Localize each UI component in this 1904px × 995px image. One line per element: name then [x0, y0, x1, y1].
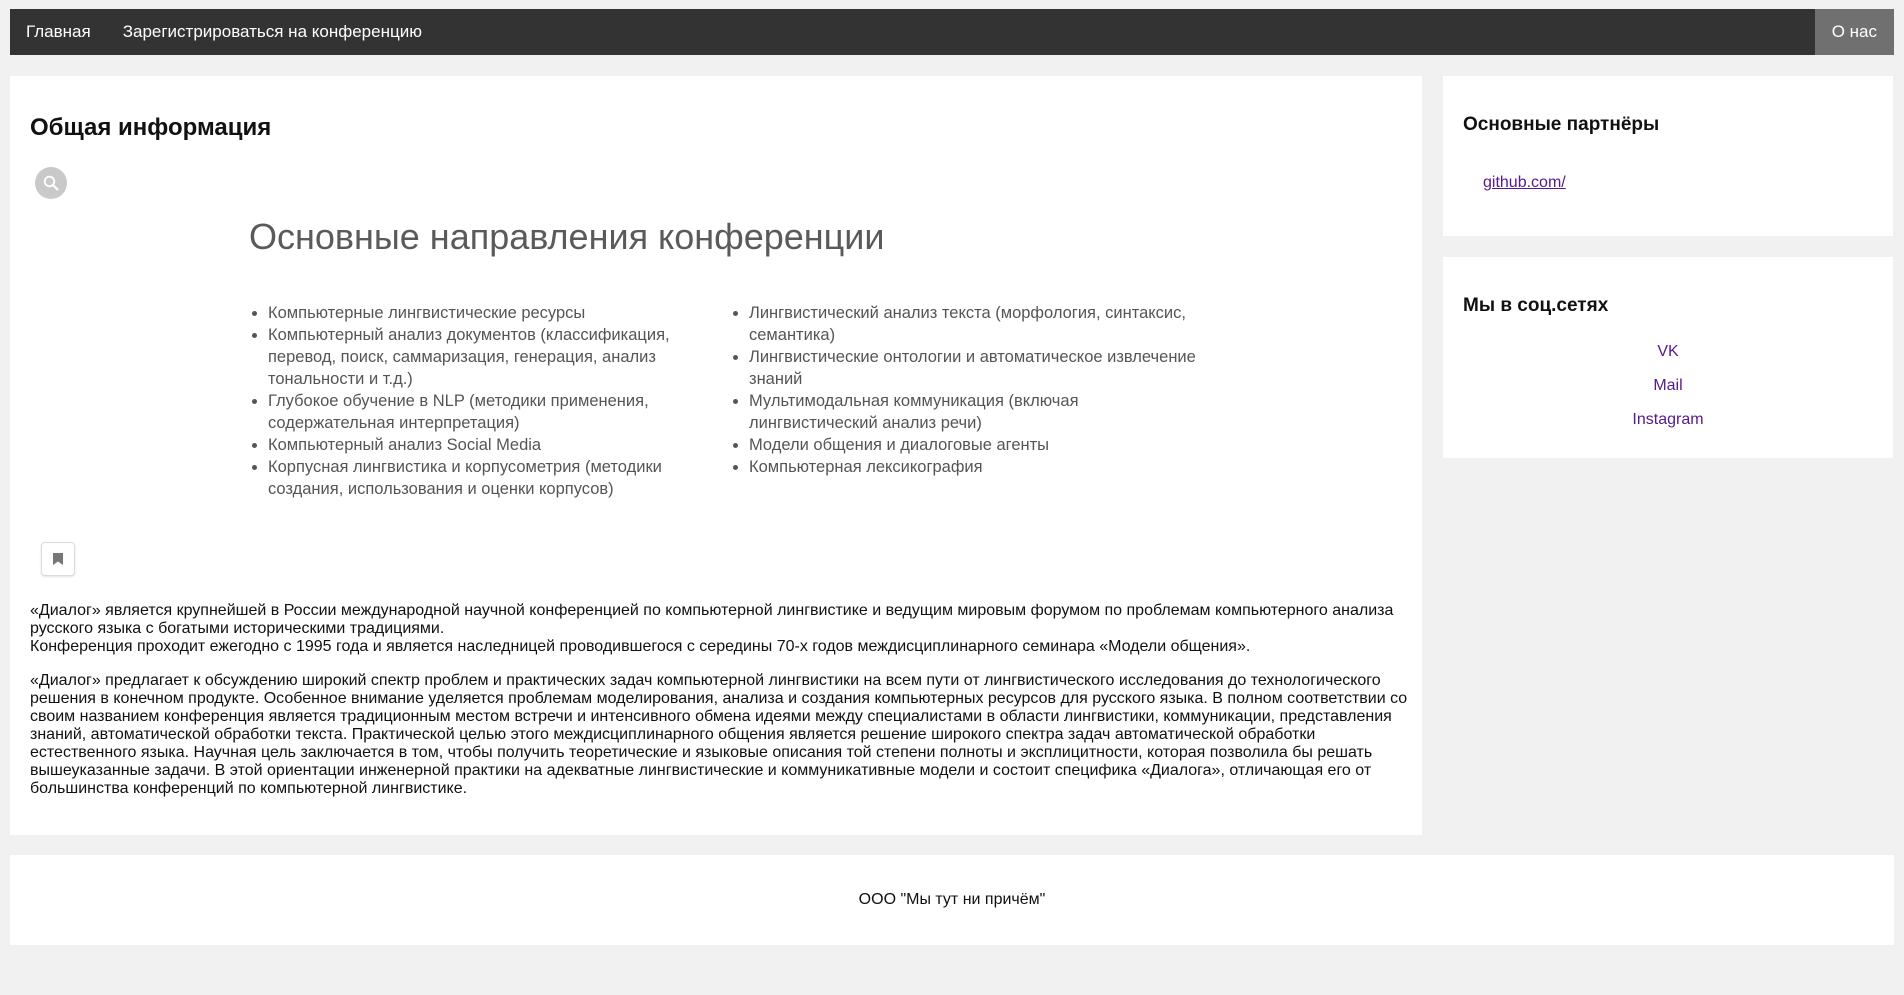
- list-item: Лингвистический анализ текста (морфологи…: [749, 302, 1209, 346]
- list-item: Корпусная лингвистика и корпусометрия (м…: [268, 456, 698, 500]
- social-title: Мы в соц.сетях: [1463, 295, 1609, 316]
- list-item: Компьютерные лингвистические ресурсы: [268, 302, 698, 324]
- social-link-vk[interactable]: VK: [1443, 335, 1893, 369]
- page-title: Общая информация: [30, 114, 272, 141]
- list-item: Компьютерный анализ Social Media: [268, 434, 698, 456]
- social-card: Мы в соц.сетях VK Mail Instagram: [1443, 257, 1893, 458]
- nav-home-link[interactable]: Главная: [10, 9, 107, 55]
- list-item: Лингвистические онтологии и автоматическ…: [749, 346, 1209, 390]
- description-paragraph: «Диалог» предлагает к обсуждению широкий…: [30, 672, 1408, 797]
- list-item: Компьютерная лексикография: [749, 456, 1209, 478]
- nav-register-link[interactable]: Зарегистрироваться на конференцию: [107, 9, 438, 55]
- main-content-card: Общая информация Основные направления ко…: [10, 76, 1422, 835]
- list-item: Мультимодальная коммуникация (включая ли…: [749, 390, 1209, 434]
- conference-directions-image: Основные направления конференции Компьют…: [249, 216, 1199, 516]
- footer-text: ООО "Мы тут ни причём": [858, 891, 1046, 908]
- image-search-button[interactable]: [35, 167, 67, 199]
- intro-paragraph-line2: Конференция проходит ежегодно с 1995 год…: [30, 638, 1251, 655]
- directions-list-left: Компьютерные лингвистические ресурсы Ком…: [249, 302, 698, 500]
- bookmark-icon: [53, 553, 63, 565]
- partners-title: Основные партнёры: [1463, 114, 1660, 135]
- social-link-instagram[interactable]: Instagram: [1443, 403, 1893, 437]
- social-links-list: VK Mail Instagram: [1443, 335, 1893, 437]
- nav-about-link[interactable]: О нас: [1814, 9, 1894, 55]
- bookmark-button[interactable]: [41, 542, 75, 576]
- partner-github-link[interactable]: github.com/: [1483, 174, 1566, 192]
- list-item: Модели общения и диалоговые агенты: [749, 434, 1209, 456]
- list-item: Компьютерный анализ документов (классифи…: [268, 324, 698, 390]
- intro-paragraph: «Диалог» является крупнейшей в России ме…: [30, 602, 1410, 656]
- partners-card: Основные партнёры github.com/: [1443, 76, 1893, 236]
- search-icon: [43, 175, 59, 191]
- directions-list-right: Лингвистический анализ текста (морфологи…: [730, 302, 1209, 478]
- social-link-mail[interactable]: Mail: [1443, 369, 1893, 403]
- conference-directions-heading: Основные направления конференции: [249, 216, 885, 257]
- list-item: Глубокое обучение в NLP (методики примен…: [268, 390, 698, 434]
- nav-spacer: [438, 9, 1815, 55]
- top-navigation: Главная Зарегистрироваться на конференци…: [10, 9, 1894, 55]
- footer: ООО "Мы тут ни причём": [10, 855, 1894, 945]
- intro-paragraph-line1: «Диалог» является крупнейшей в России ме…: [30, 602, 1394, 637]
